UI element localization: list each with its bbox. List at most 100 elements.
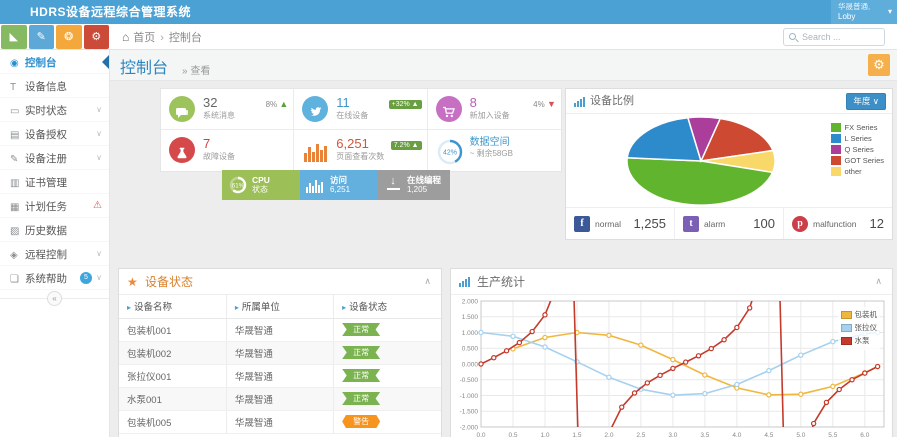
dashboard-icon: ◉ [10, 52, 25, 76]
strip-value: 6,251 [330, 185, 377, 194]
page-subtitle: » 查看 [182, 62, 210, 77]
table-row[interactable]: 水泵001华晟智通正常 [119, 387, 441, 410]
data-point [735, 382, 739, 386]
caret-right-icon: ▸ [127, 303, 131, 312]
svg-text:4.0: 4.0 [732, 432, 741, 437]
progress-ring-icon: 42% [436, 138, 464, 171]
legend-swatch [831, 167, 841, 176]
sidebar-item-证书管理[interactable]: ▥证书管理 [0, 170, 109, 194]
device-status-cell: 正常 [334, 318, 441, 341]
sidebar-item-设备信息[interactable]: T设备信息 [0, 74, 109, 98]
collapse-caret-icon[interactable]: ∧ [875, 269, 882, 294]
breadcrumb-home[interactable]: 首页 [133, 32, 155, 44]
twitter-icon [302, 96, 328, 122]
chart-icon [459, 277, 470, 287]
strip-value: 1,205 [407, 185, 450, 194]
legend-label: FX Series [845, 123, 878, 132]
table-row[interactable]: 张拉仪001华晟智通正常 [119, 364, 441, 387]
legend-label: 张拉仪 [855, 322, 878, 333]
status-badge: 正常 [342, 346, 380, 359]
strip-title: CPU [252, 175, 300, 185]
data-point [812, 421, 816, 425]
user-menu[interactable]: 华晟普通, Loby ▾ [831, 0, 897, 24]
page-header: 控制台 » 查看 ⚙ [110, 50, 897, 81]
sidebar-item-系统帮助[interactable]: ❏系统帮助5∨ [0, 266, 109, 290]
sidebar-item-设备注册[interactable]: ✎设备注册∨ [0, 146, 109, 170]
data-point [799, 392, 803, 396]
sidebar-item-label: 远程控制 [25, 249, 67, 261]
settings-button[interactable]: ⚙ [868, 54, 890, 76]
svg-text:4.5: 4.5 [764, 432, 773, 437]
picture-icon: ▨ [10, 220, 25, 244]
home-icon: ⌂ [122, 30, 129, 44]
quick-button-bug[interactable]: ❂ [56, 25, 82, 49]
trend-indicator: 4% ▼ [533, 99, 556, 109]
data-point [799, 353, 803, 357]
search-box [783, 28, 885, 46]
stat-card-flask: 7故障设备 [161, 130, 294, 171]
pie-chart [594, 115, 809, 207]
legend-item-FX-Series: FX Series [831, 123, 884, 132]
legend-item-张拉仪: 张拉仪 [841, 322, 878, 333]
quick-button-area-chart[interactable]: ◣ [1, 25, 27, 49]
sidebar-item-控制台[interactable]: ◉控制台 [0, 50, 109, 74]
sidebar-item-实时状态[interactable]: ▭实时状态∨ [0, 98, 109, 122]
svg-text:2.0: 2.0 [604, 432, 613, 437]
production-stats-title: 生产统计 [477, 269, 525, 295]
search-input[interactable] [802, 29, 882, 45]
app-title: HDRS设备远程综合管理系统 [30, 0, 191, 24]
sidebar-item-远程控制[interactable]: ◈远程控制∨ [0, 242, 109, 266]
column-header-设备名称[interactable]: ▸设备名称 [119, 295, 226, 318]
quick-button-pencil[interactable]: ✎ [29, 25, 55, 49]
device-ratio-panel: 设备比例 年度 ∨ FX SeriesL SeriesQ SeriesGOT S… [565, 88, 893, 240]
legend-label: 水泵 [855, 335, 870, 346]
strip-title: 在线编程 [407, 175, 450, 185]
data-point [517, 340, 521, 344]
status-badge: 正常 [342, 369, 380, 382]
column-header-所属单位[interactable]: ▸所属单位 [226, 295, 333, 318]
period-dropdown[interactable]: 年度 ∨ [846, 93, 886, 110]
sidebar-item-label: 实时状态 [25, 105, 67, 117]
quick-button-cogs[interactable]: ⚙ [84, 25, 110, 49]
column-header-设备状态[interactable]: ▸设备状态 [334, 295, 441, 318]
area-chart-icon: ◣ [10, 31, 18, 43]
pinterest-icon: p [792, 216, 808, 232]
chevron-down-icon: ∨ [96, 98, 102, 122]
device-unit-cell: 华晟智通 [226, 387, 333, 410]
table-row[interactable]: 包装机005华晟智通警告 [119, 410, 441, 433]
twitter-icon: t [683, 216, 699, 232]
data-point [632, 391, 636, 395]
stat-value: 7 [203, 137, 288, 151]
legend-swatch [841, 324, 852, 332]
table-row[interactable]: 包装机001华晟智通正常 [119, 318, 441, 341]
stat-label: 故障设备 [203, 151, 288, 162]
sidebar-item-历史数据[interactable]: ▨历史数据 [0, 218, 109, 242]
data-point [824, 400, 828, 404]
legend-swatch [841, 337, 852, 345]
sidebar-collapse-button[interactable]: « [47, 291, 62, 306]
stat-card-twitter: 11在线设备+32% ▲ [294, 89, 427, 130]
chevron-down-icon: ∨ [96, 242, 102, 266]
collapse-caret-icon[interactable]: ∧ [424, 269, 431, 294]
breadcrumb-current: 控制台 [169, 32, 202, 44]
footer-stat-label: normal [595, 219, 621, 229]
status-badge: 警告 [342, 415, 380, 428]
device-unit-cell: 华晟智通 [226, 364, 333, 387]
svg-text:-0.500: -0.500 [460, 377, 479, 384]
stat-card-text: 数据空间~ 剩余58GB [470, 137, 556, 159]
table-row[interactable]: 包装机002华晟智通正常 [119, 341, 441, 364]
device-ratio-title: 设备比例 [590, 89, 634, 114]
chevron-down-icon: ∨ [96, 146, 102, 170]
sidebar-item-计划任务[interactable]: ▦计划任务⚠ [0, 194, 109, 218]
caret-right-icon: ▸ [342, 303, 346, 312]
chevron-down-icon: ∨ [96, 266, 102, 290]
strip-访问: 访问6,251 [300, 170, 377, 200]
data-point [620, 405, 624, 409]
toolbar: ◣✎❂⚙ ⌂首页›控制台 [0, 24, 897, 50]
footer-stat-value: 12 [870, 216, 884, 231]
stat-card-text: 7故障设备 [203, 137, 288, 162]
data-point [658, 373, 662, 377]
sidebar-item-设备授权[interactable]: ▤设备授权∨ [0, 122, 109, 146]
footer-stat-value: 100 [753, 216, 775, 231]
arrow-down-icon: ▼ [547, 99, 556, 109]
